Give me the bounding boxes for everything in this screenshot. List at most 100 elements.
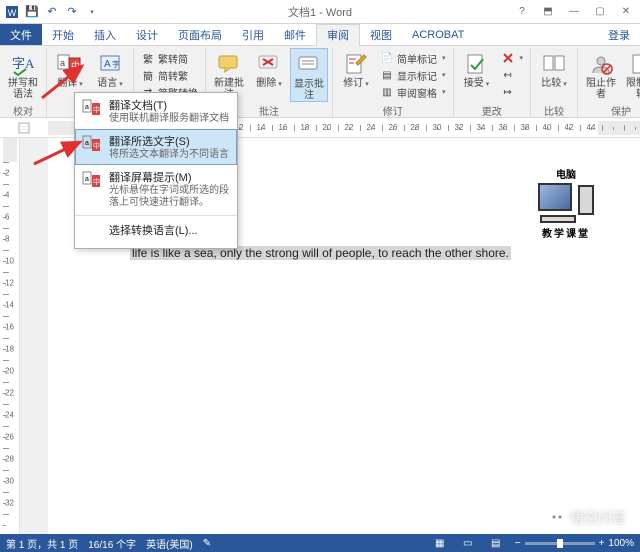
clipart-computer[interactable]: 电脑 教学课堂 bbox=[528, 166, 604, 240]
zoom-level[interactable]: 100% bbox=[608, 538, 634, 549]
chevron-down-icon: ▾ bbox=[520, 54, 524, 62]
menu-translate-tooltip[interactable]: a中 翻译屏幕提示(M)光标悬停在字词或所选的段落上可快速进行翻译。 bbox=[75, 165, 237, 213]
translate-dropdown: a中 翻译文档(T)使用联机翻译服务翻译文档 a中 翻译所选文字(S)将所选文本… bbox=[74, 92, 238, 249]
tab-home[interactable]: 开始 bbox=[42, 24, 84, 45]
vertical-ruler[interactable]: 2468101214161820222426283032 bbox=[0, 138, 20, 534]
track-changes-icon bbox=[342, 50, 370, 78]
view-read-mode-icon[interactable]: ▭ bbox=[459, 536, 477, 550]
markup-display-button[interactable]: 📄简单标记▾ bbox=[377, 50, 449, 66]
group-label-changes: 更改 bbox=[458, 103, 527, 117]
svg-text:a: a bbox=[85, 104, 89, 111]
delete-comment-icon bbox=[255, 50, 283, 78]
group-protect: 阻止作者 限制编辑 保护 bbox=[578, 48, 640, 117]
tab-file[interactable]: 文件 bbox=[0, 24, 42, 45]
save-icon[interactable]: 💾 bbox=[24, 4, 40, 20]
next-icon: ↦ bbox=[501, 85, 515, 99]
menu-separator bbox=[75, 215, 237, 216]
block-authors-button[interactable]: 阻止作者 bbox=[582, 48, 620, 100]
zoom-in-button[interactable]: + bbox=[599, 538, 605, 549]
prev-change-button[interactable]: ↤ bbox=[498, 67, 527, 83]
view-web-layout-icon[interactable]: ▤ bbox=[487, 536, 505, 550]
restrict-edit-button[interactable]: 限制编辑 bbox=[622, 48, 640, 100]
review-pane-button[interactable]: ▥审阅窗格▾ bbox=[377, 84, 449, 100]
maximize-icon[interactable]: ▢ bbox=[588, 3, 612, 21]
tab-design[interactable]: 设计 bbox=[126, 24, 168, 45]
simplify-button[interactable]: 繁繁转简 bbox=[138, 50, 201, 66]
svg-text:W: W bbox=[8, 8, 17, 18]
show-comments-button[interactable]: 显示批注 bbox=[290, 48, 328, 102]
menu-translate-document[interactable]: a中 翻译文档(T)使用联机翻译服务翻译文档 bbox=[75, 93, 237, 129]
minimize-icon[interactable]: — bbox=[562, 3, 586, 21]
chevron-down-icon: ▾ bbox=[442, 71, 446, 79]
group-label-tracking: 修订 bbox=[337, 103, 449, 117]
status-bar: 第 1 页，共 1 页 16/16 个字 英语(美国) ✎ ▦ ▭ ▤ − + … bbox=[0, 534, 640, 552]
status-insert-icon[interactable]: ✎ bbox=[203, 538, 211, 549]
chevron-down-icon: ▾ bbox=[563, 81, 567, 88]
svg-text:字: 字 bbox=[112, 59, 120, 69]
window-title: 文档1 - Word bbox=[288, 4, 352, 20]
accept-icon bbox=[463, 50, 491, 78]
compare-icon bbox=[540, 50, 568, 78]
group-label-proofing: 校对 bbox=[4, 103, 42, 117]
tab-layout[interactable]: 页面布局 bbox=[168, 24, 232, 45]
group-label-compare: 比较 bbox=[535, 103, 573, 117]
window-controls: ? ⬒ — ▢ ✕ bbox=[510, 3, 638, 21]
quick-access-toolbar: W 💾 ↶ ↷ ▾ bbox=[0, 4, 100, 20]
zoom-out-button[interactable]: − bbox=[515, 538, 521, 549]
reject-button[interactable]: ▾ bbox=[498, 50, 527, 66]
accept-button[interactable]: 接受▾ bbox=[458, 48, 496, 89]
view-print-layout-icon[interactable]: ▦ bbox=[431, 536, 449, 550]
watermark: 悟空问答 bbox=[548, 508, 626, 528]
ruler-corner bbox=[0, 118, 48, 137]
undo-icon[interactable]: ↶ bbox=[44, 4, 60, 20]
word-app-icon: W bbox=[4, 4, 20, 20]
annotation-arrow-2 bbox=[32, 138, 88, 168]
chevron-down-icon: ▾ bbox=[365, 81, 369, 88]
compare-button[interactable]: 比较▾ bbox=[535, 48, 573, 89]
help-icon[interactable]: ? bbox=[510, 3, 534, 21]
ribbon-display-icon[interactable]: ⬒ bbox=[536, 3, 560, 21]
tab-review[interactable]: 审阅 bbox=[316, 24, 360, 46]
status-page[interactable]: 第 1 页，共 1 页 bbox=[6, 536, 78, 551]
spell-check-button[interactable]: 字A 拼写和语法 bbox=[4, 48, 42, 100]
qat-dropdown-icon[interactable]: ▾ bbox=[84, 4, 100, 20]
tradify-icon: 簡 bbox=[141, 68, 155, 82]
zoom-slider[interactable] bbox=[525, 542, 595, 545]
block-authors-icon bbox=[587, 50, 615, 78]
status-language[interactable]: 英语(美国) bbox=[146, 536, 193, 551]
svg-text:a: a bbox=[85, 176, 89, 183]
zoom-control: − + 100% bbox=[515, 538, 634, 549]
language-button[interactable]: A字 语言▾ bbox=[91, 48, 129, 89]
next-change-button[interactable]: ↦ bbox=[498, 84, 527, 100]
group-label-protect: 保护 bbox=[582, 103, 640, 117]
chevron-down-icon: ▾ bbox=[442, 54, 446, 62]
tab-view[interactable]: 视图 bbox=[360, 24, 402, 45]
translate-tooltip-icon: a中 bbox=[81, 169, 103, 191]
reject-icon bbox=[501, 51, 515, 65]
watermark-icon bbox=[548, 509, 566, 527]
close-icon[interactable]: ✕ bbox=[614, 3, 638, 21]
menu-choose-language[interactable]: 选择转换语言(L)... bbox=[75, 218, 237, 248]
track-changes-button[interactable]: 修订▾ bbox=[337, 48, 375, 89]
chevron-down-icon: ▾ bbox=[278, 81, 282, 88]
menu-translate-selection[interactable]: a中 翻译所选文字(S)将所选文本翻译为不同语言 bbox=[75, 129, 237, 165]
tab-references[interactable]: 引用 bbox=[232, 24, 274, 45]
annotation-arrow-1 bbox=[40, 62, 90, 102]
computer-icon bbox=[538, 183, 594, 223]
markup-display-icon: 📄 bbox=[380, 51, 394, 65]
show-markup-button[interactable]: ▤显示标记▾ bbox=[377, 67, 449, 83]
chevron-down-icon: ▾ bbox=[486, 81, 490, 88]
chevron-down-icon: ▾ bbox=[442, 88, 446, 96]
redo-icon[interactable]: ↷ bbox=[64, 4, 80, 20]
tab-insert[interactable]: 插入 bbox=[84, 24, 126, 45]
svg-text:中: 中 bbox=[93, 141, 100, 150]
login-link[interactable]: 登录 bbox=[598, 24, 640, 45]
delete-comment-button[interactable]: 删除▾ bbox=[250, 48, 288, 89]
clipart-caption-bottom: 教学课堂 bbox=[528, 225, 604, 240]
tab-acrobat[interactable]: ACROBAT bbox=[402, 24, 474, 45]
clipart-caption-top: 电脑 bbox=[528, 166, 604, 181]
title-bar: W 💾 ↶ ↷ ▾ 文档1 - Word ? ⬒ — ▢ ✕ bbox=[0, 0, 640, 24]
tab-mailings[interactable]: 邮件 bbox=[274, 24, 316, 45]
status-words[interactable]: 16/16 个字 bbox=[88, 536, 136, 551]
tradify-button[interactable]: 簡简转繁 bbox=[138, 67, 201, 83]
